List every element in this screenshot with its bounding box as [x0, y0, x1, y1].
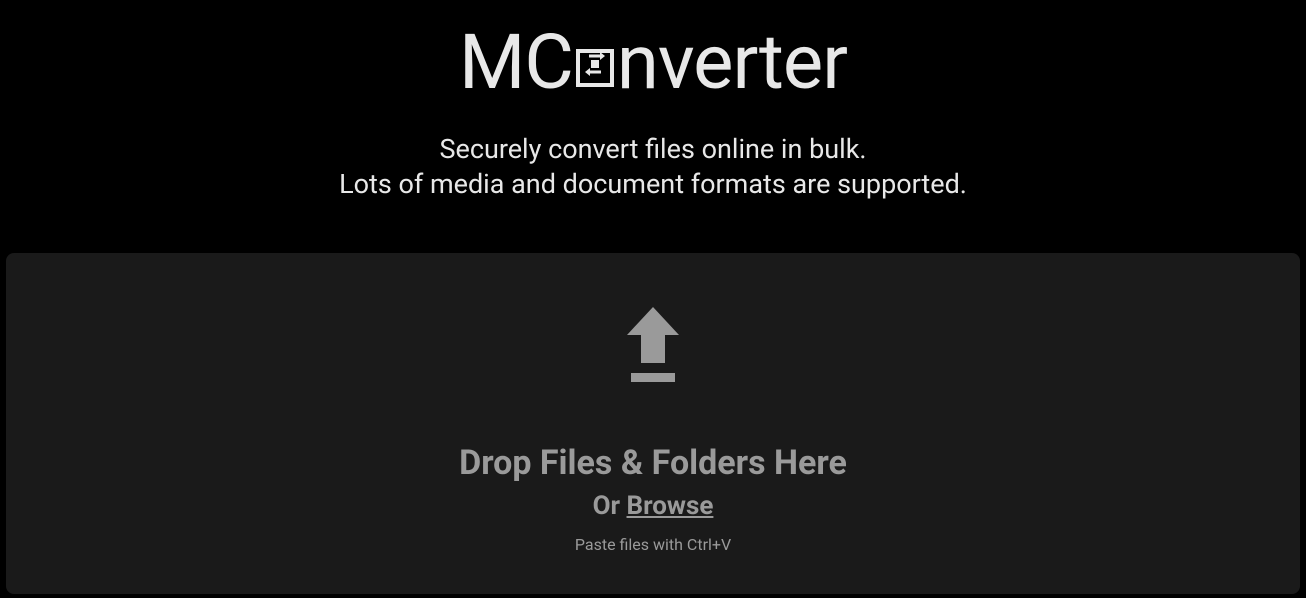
- tagline-line2: Lots of media and document formats are s…: [339, 167, 967, 202]
- or-text: Or: [593, 491, 627, 521]
- header: MC nverter Securely convert files online…: [339, 0, 967, 201]
- tagline-line1: Securely convert files online in bulk.: [339, 132, 967, 167]
- convert-icon: [575, 48, 615, 88]
- logo-text-right: nverter: [617, 24, 847, 100]
- logo-text-left: MC: [459, 24, 573, 100]
- tagline: Securely convert files online in bulk. L…: [339, 132, 967, 201]
- main-container: MC nverter Securely convert files online…: [0, 0, 1306, 598]
- browse-line: Or Browse: [593, 491, 714, 521]
- browse-link[interactable]: Browse: [627, 491, 714, 521]
- logo: MC nverter: [339, 24, 967, 100]
- upload-icon: [619, 307, 687, 387]
- drop-title: Drop Files & Folders Here: [459, 443, 847, 483]
- paste-hint: Paste files with Ctrl+V: [575, 535, 731, 554]
- dropzone[interactable]: Drop Files & Folders Here Or Browse Past…: [6, 253, 1300, 594]
